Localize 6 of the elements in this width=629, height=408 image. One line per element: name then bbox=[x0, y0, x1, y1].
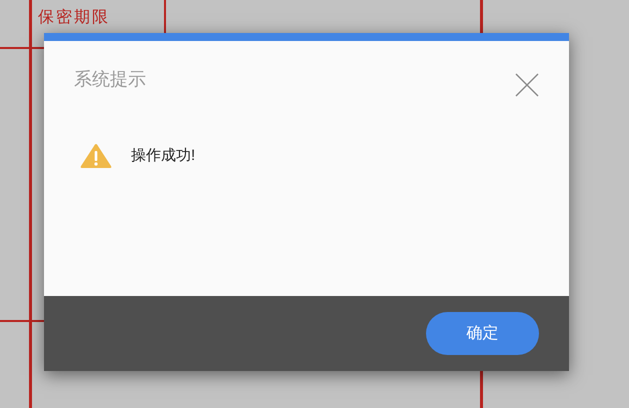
field-label: 保密期限 bbox=[38, 8, 110, 28]
dialog-title: 系统提示 bbox=[74, 68, 146, 91]
message-text: 操作成功! bbox=[131, 146, 196, 166]
warning-icon bbox=[80, 143, 112, 169]
close-icon[interactable] bbox=[515, 73, 539, 97]
confirm-button[interactable]: 确定 bbox=[426, 312, 539, 355]
